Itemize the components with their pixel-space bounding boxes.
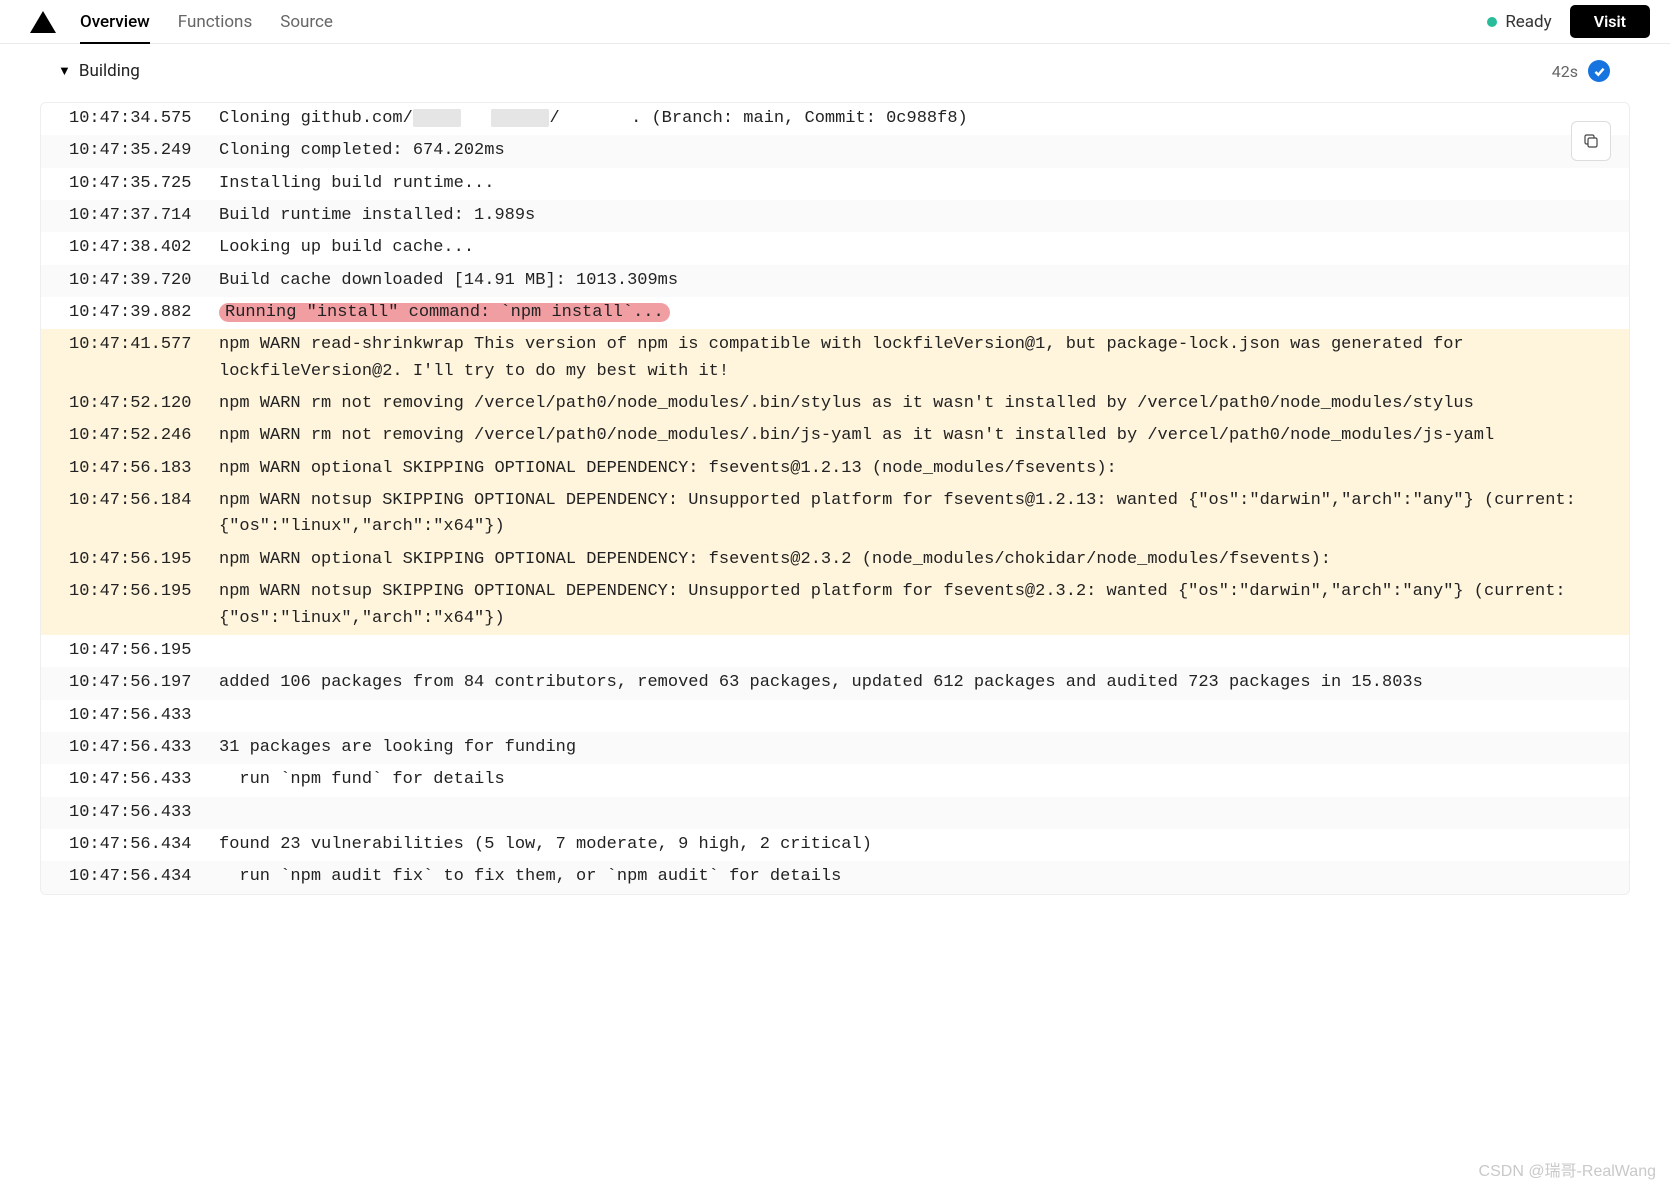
- log-line: 10:47:39.720Build cache downloaded [14.9…: [41, 265, 1629, 297]
- log-timestamp: 10:47:56.433: [69, 703, 219, 729]
- log-timestamp: 10:47:39.882: [69, 300, 219, 326]
- log-timestamp: 10:47:56.183: [69, 456, 219, 482]
- log-line: 10:47:37.714Build runtime installed: 1.9…: [41, 200, 1629, 232]
- log-timestamp: 10:47:35.249: [69, 138, 219, 164]
- log-timestamp: 10:47:56.195: [69, 547, 219, 573]
- log-timestamp: 10:47:56.433: [69, 767, 219, 793]
- log-timestamp: 10:47:56.195: [69, 638, 219, 664]
- log-message: added 106 packages from 84 contributors,…: [219, 670, 1609, 696]
- log-line: 10:47:52.246npm WARN rm not removing /ve…: [41, 420, 1629, 452]
- copy-logs-button[interactable]: [1571, 121, 1611, 161]
- log-timestamp: 10:47:52.120: [69, 391, 219, 417]
- redacted-segment: [413, 109, 461, 127]
- building-section-header[interactable]: ▼ Building 42s: [40, 54, 1630, 88]
- log-line: 10:47:56.433: [41, 797, 1629, 829]
- log-line: 10:47:35.249Cloning completed: 674.202ms: [41, 135, 1629, 167]
- log-line: 10:47:41.577npm WARN read-shrinkwrap Thi…: [41, 329, 1629, 388]
- log-timestamp: 10:47:56.195: [69, 579, 219, 632]
- redacted-segment: [491, 109, 549, 127]
- log-message: run `npm audit fix` to fix them, or `npm…: [219, 864, 1609, 890]
- log-timestamp: 10:47:39.720: [69, 268, 219, 294]
- tab-functions[interactable]: Functions: [178, 0, 252, 43]
- log-message: Build runtime installed: 1.989s: [219, 203, 1609, 229]
- log-timestamp: 10:47:56.184: [69, 488, 219, 541]
- log-message: Installing build runtime...: [219, 171, 1609, 197]
- log-message: npm WARN notsup SKIPPING OPTIONAL DEPEND…: [219, 579, 1609, 632]
- log-message: npm WARN rm not removing /vercel/path0/n…: [219, 423, 1609, 449]
- vercel-logo-icon: [30, 11, 56, 33]
- log-message: Cloning completed: 674.202ms: [219, 138, 1609, 164]
- log-timestamp: 10:47:56.433: [69, 735, 219, 761]
- log-line: 10:47:34.575Cloning github.com/ / . (Bra…: [41, 103, 1629, 135]
- section-right: 42s: [1552, 60, 1610, 82]
- tabs: Overview Functions Source: [80, 0, 333, 43]
- log-line: 10:47:38.402Looking up build cache...: [41, 232, 1629, 264]
- log-message: npm WARN rm not removing /vercel/path0/n…: [219, 391, 1609, 417]
- log-message: Running "install" command: `npm install`…: [219, 300, 1609, 326]
- log-line: 10:47:56.195: [41, 635, 1629, 667]
- log-message: [219, 638, 1609, 664]
- page-header: Overview Functions Source Ready Visit: [0, 0, 1670, 44]
- highlighted-text: Running "install" command: `npm install`…: [219, 303, 670, 322]
- log-timestamp: 10:47:38.402: [69, 235, 219, 261]
- log-message: npm WARN notsup SKIPPING OPTIONAL DEPEND…: [219, 488, 1609, 541]
- log-line: 10:47:56.195npm WARN notsup SKIPPING OPT…: [41, 576, 1629, 635]
- visit-button[interactable]: Visit: [1570, 5, 1650, 38]
- content: ▼ Building 42s 10:47:34.575Cloning githu…: [0, 44, 1670, 925]
- log-line: 10:47:56.434found 23 vulnerabilities (5 …: [41, 829, 1629, 861]
- section-left: ▼ Building: [58, 61, 140, 81]
- status-dot-icon: [1487, 17, 1497, 27]
- log-message: [219, 703, 1609, 729]
- tab-overview[interactable]: Overview: [80, 0, 150, 43]
- log-container: 10:47:34.575Cloning github.com/ / . (Bra…: [40, 102, 1630, 895]
- log-line: 10:47:56.433: [41, 700, 1629, 732]
- log-timestamp: 10:47:56.434: [69, 864, 219, 890]
- log-line: 10:47:52.120npm WARN rm not removing /ve…: [41, 388, 1629, 420]
- section-title: Building: [79, 61, 140, 81]
- header-left: Overview Functions Source: [30, 0, 333, 43]
- log-timestamp: 10:47:56.197: [69, 670, 219, 696]
- deploy-status: Ready: [1487, 12, 1551, 32]
- log-line: 10:47:56.433 run `npm fund` for details: [41, 764, 1629, 796]
- log-message: Build cache downloaded [14.91 MB]: 1013.…: [219, 268, 1609, 294]
- log-timestamp: 10:47:56.433: [69, 800, 219, 826]
- header-right: Ready Visit: [1487, 5, 1650, 38]
- log-message: npm WARN optional SKIPPING OPTIONAL DEPE…: [219, 547, 1609, 573]
- tab-source[interactable]: Source: [280, 0, 333, 43]
- log-line: 10:47:35.725Installing build runtime...: [41, 168, 1629, 200]
- log-timestamp: 10:47:35.725: [69, 171, 219, 197]
- caret-down-icon: ▼: [58, 63, 71, 79]
- log-message: found 23 vulnerabilities (5 low, 7 moder…: [219, 832, 1609, 858]
- build-duration: 42s: [1552, 62, 1578, 81]
- log-timestamp: 10:47:52.246: [69, 423, 219, 449]
- log-line: 10:47:39.882Running "install" command: `…: [41, 297, 1629, 329]
- log-line: 10:47:56.184npm WARN notsup SKIPPING OPT…: [41, 485, 1629, 544]
- log-message: Looking up build cache...: [219, 235, 1609, 261]
- log-line: 10:47:56.434 run `npm audit fix` to fix …: [41, 861, 1629, 893]
- log-timestamp: 10:47:37.714: [69, 203, 219, 229]
- success-check-icon: [1588, 60, 1610, 82]
- log-timestamp: 10:47:34.575: [69, 106, 219, 132]
- log-line: 10:47:56.183npm WARN optional SKIPPING O…: [41, 453, 1629, 485]
- log-timestamp: 10:47:41.577: [69, 332, 219, 385]
- log-message: 31 packages are looking for funding: [219, 735, 1609, 761]
- watermark: CSDN @瑞哥-RealWang: [1479, 1157, 1656, 1181]
- log-message: [219, 800, 1609, 826]
- log-message: npm WARN optional SKIPPING OPTIONAL DEPE…: [219, 456, 1609, 482]
- log-message: Cloning github.com/ / . (Branch: main, C…: [219, 106, 1609, 132]
- log-line: 10:47:56.195npm WARN optional SKIPPING O…: [41, 544, 1629, 576]
- log-line: 10:47:56.43331 packages are looking for …: [41, 732, 1629, 764]
- log-message: npm WARN read-shrinkwrap This version of…: [219, 332, 1609, 385]
- log-line: 10:47:56.197added 106 packages from 84 c…: [41, 667, 1629, 699]
- log-message: run `npm fund` for details: [219, 767, 1609, 793]
- status-label: Ready: [1505, 12, 1551, 32]
- log-timestamp: 10:47:56.434: [69, 832, 219, 858]
- log-lines: 10:47:34.575Cloning github.com/ / . (Bra…: [41, 103, 1629, 894]
